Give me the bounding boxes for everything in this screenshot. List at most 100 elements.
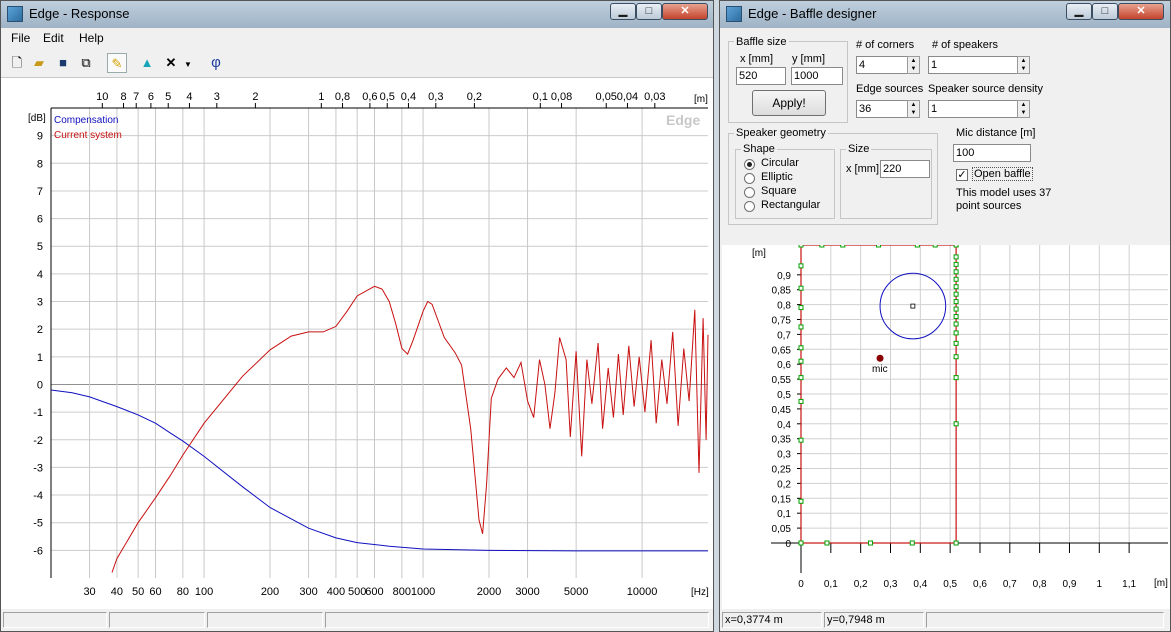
y-tick-label: 0,45 [772, 405, 792, 416]
window-title: Edge - Baffle designer [748, 6, 877, 21]
copy-button[interactable]: ⧉ [76, 53, 96, 73]
edge-source-point [953, 276, 959, 282]
top-axis-label: [m] [694, 94, 708, 105]
open-baffle-checkbox[interactable]: ✓ [956, 169, 968, 181]
minimize-icon: ▁ [618, 5, 628, 17]
speakers-input[interactable]: 1 [928, 56, 1018, 74]
edge-source-point [932, 245, 938, 248]
toolbar: 🗋 ▰ ■ ⧉ ✎ ▲ ✕ ▼ φ [1, 49, 713, 78]
baffle-x-input[interactable]: 520 [736, 67, 786, 85]
edge-source-point [953, 269, 959, 275]
x-tick-label: 600 [365, 586, 383, 598]
maximize-button[interactable]: □ [1092, 3, 1118, 20]
shape-elliptic-label[interactable]: Elliptic [761, 171, 793, 183]
top-tick-label: 2 [252, 91, 258, 103]
shape-circular-label[interactable]: Circular [761, 157, 799, 169]
phase-button[interactable]: φ [206, 53, 226, 73]
edge-source-point [953, 540, 959, 546]
radio-rectangular[interactable] [744, 201, 755, 212]
edge-source-point [953, 299, 959, 305]
x-axis-label: [m] [1154, 578, 1168, 589]
new-file-button[interactable]: 🗋 [7, 53, 27, 73]
top-tick-label: 10 [96, 91, 108, 103]
delete-button[interactable]: ✕ [161, 53, 181, 73]
phase-icon: φ [211, 54, 221, 71]
save-button[interactable]: ■ [53, 53, 73, 73]
edge-source-point [798, 245, 804, 248]
baffle-y-input[interactable]: 1000 [791, 67, 843, 85]
edge-sources-input[interactable]: 36 [856, 100, 908, 118]
x-tick-label: 0,8 [1033, 579, 1047, 590]
x-mm-label: x [mm] [740, 53, 773, 65]
edge-source-point [840, 245, 846, 248]
edge-source-point [876, 245, 882, 248]
radio-square[interactable] [744, 187, 755, 198]
radio-elliptic[interactable] [744, 173, 755, 184]
x-tick-label: 10000 [627, 586, 658, 598]
new-file-icon: 🗋 [11, 55, 23, 70]
speaker-density-label: Speaker source density [928, 83, 1043, 95]
edge-source-point [953, 291, 959, 297]
legend-compensation: Compensation [54, 115, 118, 126]
corners-input[interactable]: 4 [856, 56, 908, 74]
y-tick-label: 0,15 [772, 494, 792, 505]
x-tick-label: 0,5 [943, 579, 957, 590]
menu-bar: File Edit Help [1, 28, 713, 48]
speaker-center-point [910, 303, 916, 309]
top-tick-label: 5 [165, 91, 171, 103]
top-tick-label: 6 [148, 91, 154, 103]
menu-edit[interactable]: Edit [43, 31, 64, 45]
delete-icon: ✕ [165, 55, 177, 70]
menu-help[interactable]: Help [79, 31, 104, 45]
edge-source-point [953, 245, 959, 248]
speaker-density-spinner[interactable]: ▲ ▼ [1017, 100, 1030, 118]
status-y-coordinate: y=0,7948 m [824, 612, 924, 628]
y-tick-label: 0,2 [777, 479, 791, 490]
speaker-button[interactable]: ▲ [137, 53, 157, 73]
edge-source-point [953, 254, 959, 260]
mic-marker[interactable] [876, 354, 884, 362]
top-tick-label: 0,05 [596, 91, 617, 103]
x-tick-label: 50 [132, 586, 144, 598]
title-bar[interactable]: Edge - Response ▁ □ ✕ [1, 1, 713, 28]
shape-square-label[interactable]: Square [761, 185, 796, 197]
y-tick-label: 0,35 [772, 435, 792, 446]
top-tick-label: 0,2 [467, 91, 482, 103]
top-tick-label: 0,8 [335, 91, 350, 103]
x-tick-label: 0,1 [824, 579, 838, 590]
close-button[interactable]: ✕ [662, 3, 708, 20]
title-bar[interactable]: Edge - Baffle designer ▁ □ ✕ [720, 1, 1170, 28]
minimize-button[interactable]: ▁ [610, 3, 636, 20]
draw-button[interactable]: ✎ [107, 53, 127, 73]
speakers-spinner[interactable]: ▲ ▼ [1017, 56, 1030, 74]
x-tick-label: 30 [83, 586, 95, 598]
apply-button[interactable]: Apply! [752, 90, 826, 116]
x-tick-label: 40 [111, 586, 123, 598]
minimize-button[interactable]: ▁ [1066, 3, 1092, 20]
x-tick-label: 60 [149, 586, 161, 598]
edge-source-point [798, 437, 804, 443]
open-baffle-label[interactable]: Open baffle [972, 167, 1033, 181]
spin-down-icon: ▼ [910, 66, 917, 72]
shape-rectangular-label[interactable]: Rectangular [761, 199, 820, 211]
speaker-density-input[interactable]: 1 [928, 100, 1018, 118]
close-button[interactable]: ✕ [1118, 3, 1164, 20]
radio-circular[interactable] [744, 159, 755, 170]
corners-label: # of corners [856, 39, 915, 51]
menu-file[interactable]: File [11, 31, 30, 45]
x-tick-label: 0 [798, 579, 804, 590]
x-tick-label: 1,1 [1122, 579, 1136, 590]
maximize-button[interactable]: □ [636, 3, 662, 20]
mic-distance-input[interactable]: 100 [953, 144, 1031, 162]
delete-dropdown[interactable]: ▼ [181, 53, 195, 73]
open-file-button[interactable]: ▰ [29, 53, 49, 73]
edge-sources-spinner[interactable]: ▲ ▼ [907, 100, 920, 118]
save-icon: ■ [59, 55, 67, 70]
size-unit-label: x [mm] [846, 163, 879, 175]
corners-spinner[interactable]: ▲ ▼ [907, 56, 920, 74]
edge-source-point [868, 540, 874, 546]
edge-source-point [798, 375, 804, 381]
y-tick-label: 0,25 [772, 465, 792, 476]
x-tick-label: 1 [1097, 579, 1103, 590]
size-input[interactable]: 220 [880, 160, 930, 178]
